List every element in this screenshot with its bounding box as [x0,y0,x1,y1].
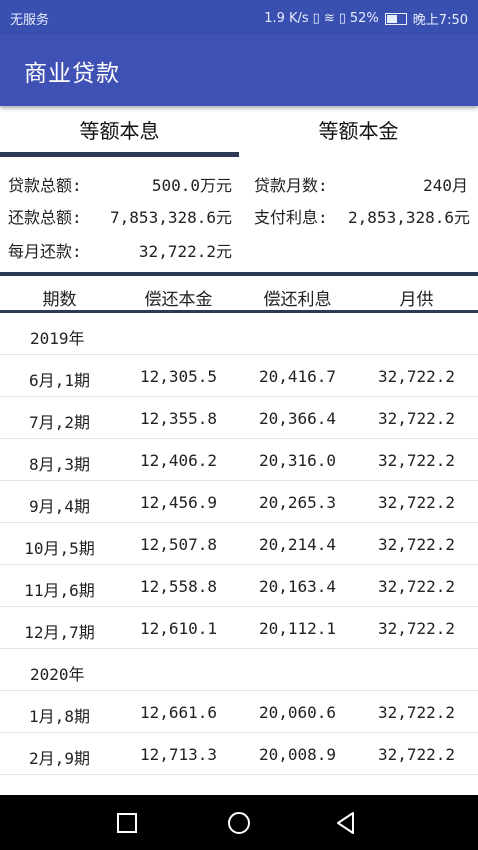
interest-value: 2,853,328.6元 [348,208,470,227]
table-row: 9月,4期 12,456.9 20,265.3 32,722.2 [0,481,478,523]
tab-equal-installment[interactable]: 等额本息 [0,108,239,158]
months-label: 贷款月数: [254,176,328,195]
table-row: 2月,9期 12,713.3 20,008.9 32,722.2 [0,733,478,775]
square-icon[interactable] [113,809,141,837]
cell-period: 9月,4期 [29,497,90,516]
interest-label: 支付利息: [254,208,328,227]
table-row: 12月,7期 12,610.1 20,112.1 32,722.2 [0,607,478,649]
cell-interest: 20,265.3 [258,493,337,512]
cell-period: 1月,8期 [29,707,90,726]
cell-period: 11月,6期 [24,581,95,600]
year-label: 2020年 [30,665,85,684]
cell-interest: 20,008.9 [258,745,337,764]
table-row: 10月,5期 12,507.8 20,214.4 32,722.2 [0,523,478,565]
monthly-label: 每月还款: [8,242,82,261]
cell-principal: 12,713.3 [139,745,218,764]
clock: 晚上7:50 [412,13,468,28]
cell-principal: 12,305.5 [139,367,218,386]
cell-principal: 12,507.8 [139,535,218,554]
table-row: 1月,8期 12,661.6 20,060.6 32,722.2 [0,691,478,733]
cell-principal: 12,355.8 [139,409,218,428]
cell-period: 8月,3期 [29,455,90,474]
table-row: 6月,1期 12,305.5 20,416.7 32,722.2 [0,355,478,397]
loan-total-value: 500.0万元 [151,176,232,195]
cell-monthly: 32,722.2 [377,535,456,554]
header-principal: 偿还本金 [144,290,213,310]
cell-interest: 20,416.7 [258,367,337,386]
tab-bar: 等额本息 等额本金 [0,108,478,158]
year-row: 2019年 [0,313,478,355]
repay-total-value: 7,853,328.6元 [110,208,232,227]
cell-interest: 20,316.0 [258,451,337,470]
carrier-text: 无服务 [10,13,50,28]
battery-percent: 52% [349,11,379,26]
loan-summary: 贷款总额: 500.0万元 贷款月数: 240月 还款总额: 7,853,328… [0,160,478,270]
navigation-bar [0,795,478,850]
vibrate-icon: ▯ [312,11,320,26]
cell-period: 6月,1期 [29,371,90,390]
table-row: 7月,2期 12,355.8 20,366.4 32,722.2 [0,397,478,439]
cell-monthly: 32,722.2 [377,493,456,512]
tab-equal-principal[interactable]: 等额本金 [239,108,478,158]
cell-period: 7月,2期 [29,413,90,432]
schedule-list[interactable]: 2019年 6月,1期 12,305.5 20,416.7 32,722.2 7月,2期 1… [0,313,478,795]
cell-interest: 20,163.4 [258,577,337,596]
year-label: 2019年 [30,329,85,348]
cell-monthly: 32,722.2 [377,619,456,638]
cell-principal: 12,406.2 [139,451,218,470]
cell-monthly: 32,722.2 [377,451,456,470]
cell-period: 10月,5期 [24,539,95,558]
cell-principal: 12,558.8 [139,577,218,596]
cell-period: 2月,9期 [29,749,90,768]
cell-interest: 20,366.4 [258,409,337,428]
header-interest: 偿还利息 [263,290,332,310]
table-row: 11月,6期 12,558.8 20,163.4 32,722.2 [0,565,478,607]
monthly-value: 32,722.2元 [138,242,232,261]
cell-interest: 20,060.6 [258,703,337,722]
page-title: 商业贷款 [24,61,120,87]
cell-period: 12月,7期 [24,623,95,642]
header-monthly: 月供 [399,290,434,310]
cell-principal: 12,661.6 [139,703,218,722]
status-right: 1.9 K/s ▯ ≋ ▯ 52% 晚上7:50 [264,9,468,28]
cell-principal: 12,456.9 [139,493,218,512]
header-period: 期数 [42,290,77,310]
cell-monthly: 32,722.2 [377,367,456,386]
months-value: 240月 [423,176,468,195]
circle-icon[interactable] [225,809,253,837]
table-header: 期数 偿还本金 偿还利息 月供 [0,277,478,311]
cell-monthly: 32,722.2 [377,703,456,722]
summary-divider [0,272,478,276]
status-bar: 无服务 1.9 K/s ▯ ≋ ▯ 52% 晚上7:50 [0,0,478,34]
tab-indicator [0,152,239,157]
battery-icon [384,12,407,25]
cell-monthly: 32,722.2 [377,409,456,428]
cell-interest: 20,112.1 [258,619,337,638]
cell-interest: 20,214.4 [258,535,337,554]
triangle-back-icon[interactable] [333,809,361,837]
table-row: 8月,3期 12,406.2 20,316.0 32,722.2 [0,439,478,481]
network-speed: 1.9 K/s [264,11,309,26]
sim-icon: ▯ [338,11,346,26]
app-bar: 商业贷款 [0,34,478,106]
cell-monthly: 32,722.2 [377,745,456,764]
repay-total-label: 还款总额: [8,208,82,227]
wifi-icon: ≋ [323,11,335,26]
cell-principal: 12,610.1 [139,619,218,638]
year-row: 2020年 [0,649,478,691]
loan-total-label: 贷款总额: [8,176,82,195]
cell-monthly: 32,722.2 [377,577,456,596]
